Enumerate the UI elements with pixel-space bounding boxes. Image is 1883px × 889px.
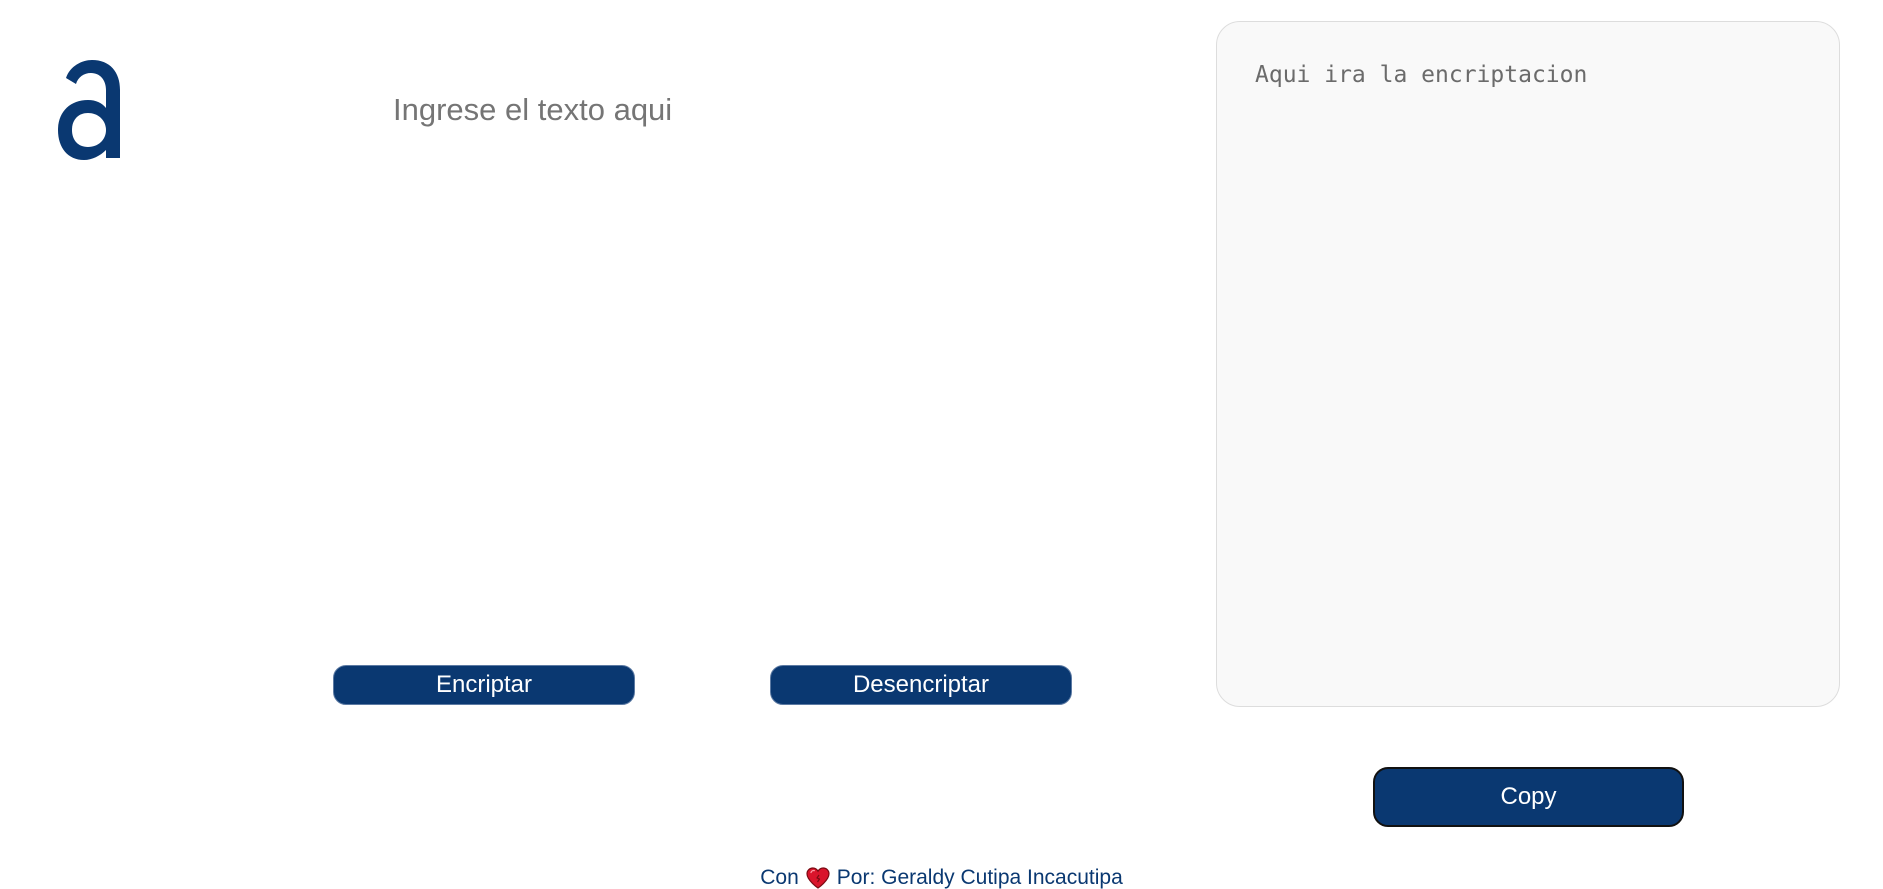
input-text-area[interactable]: [393, 92, 1133, 632]
footer-prefix: Con: [760, 866, 799, 889]
output-text-area[interactable]: [1255, 62, 1795, 662]
heart-icon: [806, 867, 830, 889]
output-panel: [1216, 21, 1840, 707]
decrypt-button[interactable]: Desencriptar: [770, 665, 1072, 705]
footer: Con Por: Geraldy Cutipa Incacutipa: [0, 866, 1883, 889]
encryptor-page: Encriptar Desencriptar Copy Con Por: Ger…: [0, 0, 1883, 889]
copy-button[interactable]: Copy: [1373, 767, 1684, 827]
footer-author: Por: Geraldy Cutipa Incacutipa: [836, 866, 1123, 889]
encrypt-button[interactable]: Encriptar: [333, 665, 635, 705]
alura-logo-icon[interactable]: [56, 60, 124, 160]
